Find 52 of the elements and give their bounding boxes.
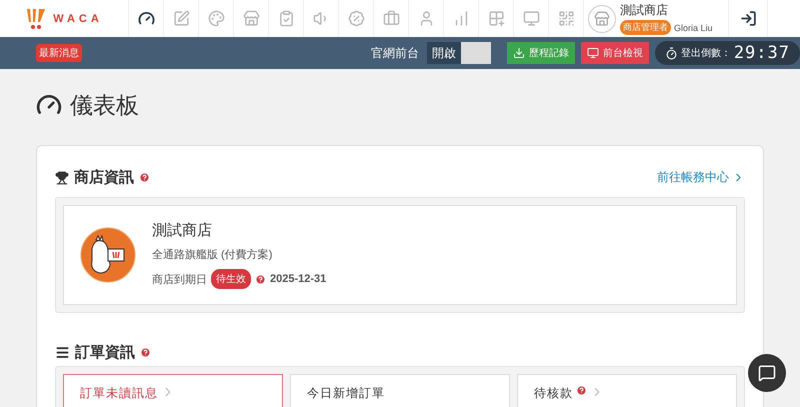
countdown-label: 登出倒數：: [680, 46, 731, 60]
countdown-time: 29:37: [734, 43, 790, 63]
history-button[interactable]: 歷程記錄: [506, 42, 575, 64]
billing-link[interactable]: 前往帳務中心: [657, 169, 745, 186]
menu-icon: [55, 345, 70, 360]
badge-icon: [348, 10, 364, 27]
palette-icon: [208, 10, 224, 27]
preview-button[interactable]: 前台檢視: [580, 42, 649, 64]
order-card[interactable]: 今日新增訂單: [290, 374, 510, 407]
order-card[interactable]: 訂單未讀訊息: [63, 374, 283, 407]
help-icon[interactable]: [255, 274, 266, 284]
logo-icon: [25, 6, 48, 30]
logout-icon: [740, 10, 756, 27]
order-label: 待核款: [534, 385, 573, 402]
gauge-icon: [138, 10, 154, 27]
qr-code-icon: [558, 10, 574, 27]
role-badge: 商店管理者: [620, 20, 671, 35]
clipboard-check-icon: [278, 10, 294, 27]
store-icon: [594, 10, 610, 26]
edit-icon: [172, 10, 190, 27]
timer-icon: [664, 46, 678, 60]
store-name: 測試商店: [620, 2, 669, 19]
help-icon[interactable]: [140, 347, 151, 358]
grid-plus-icon: [488, 10, 504, 27]
expiry-label: 商店到期日: [152, 272, 207, 286]
news-badge[interactable]: 最新消息: [36, 44, 82, 62]
expiry-date: 2025-12-31: [270, 273, 326, 285]
plan-text: 全通路旗艦版 (付費方案): [152, 248, 274, 262]
monitor-icon: [522, 10, 540, 27]
section-title: 訂單資訊: [75, 343, 135, 362]
order-label: 今日新增訂單: [307, 385, 385, 402]
store-title: 測試商店: [152, 221, 213, 240]
status-badge: 待生效: [211, 269, 251, 289]
help-icon[interactable]: [576, 385, 587, 396]
user-name: Gloria Liu: [674, 22, 713, 32]
mascot-drawing: [80, 227, 136, 283]
download-icon: [512, 47, 525, 59]
site-label: 官網前台: [370, 44, 419, 62]
toggle-label: 開啟: [432, 44, 456, 62]
order-card[interactable]: 待核款: [517, 374, 737, 407]
store-icon: [242, 10, 260, 27]
trophy-icon: [55, 170, 69, 184]
help-icon[interactable]: [139, 172, 150, 183]
chat-icon: [758, 364, 776, 382]
page-title: 儀表板: [70, 90, 139, 120]
monitor-icon: [586, 47, 599, 59]
toggle-switch[interactable]: [460, 42, 491, 64]
briefcase-icon: [382, 10, 400, 27]
order-label: 訂單未讀訊息: [80, 385, 158, 402]
chat-button[interactable]: [748, 354, 786, 392]
section-title: 商店資訊: [74, 168, 134, 187]
brand-name: WACA: [53, 12, 103, 24]
